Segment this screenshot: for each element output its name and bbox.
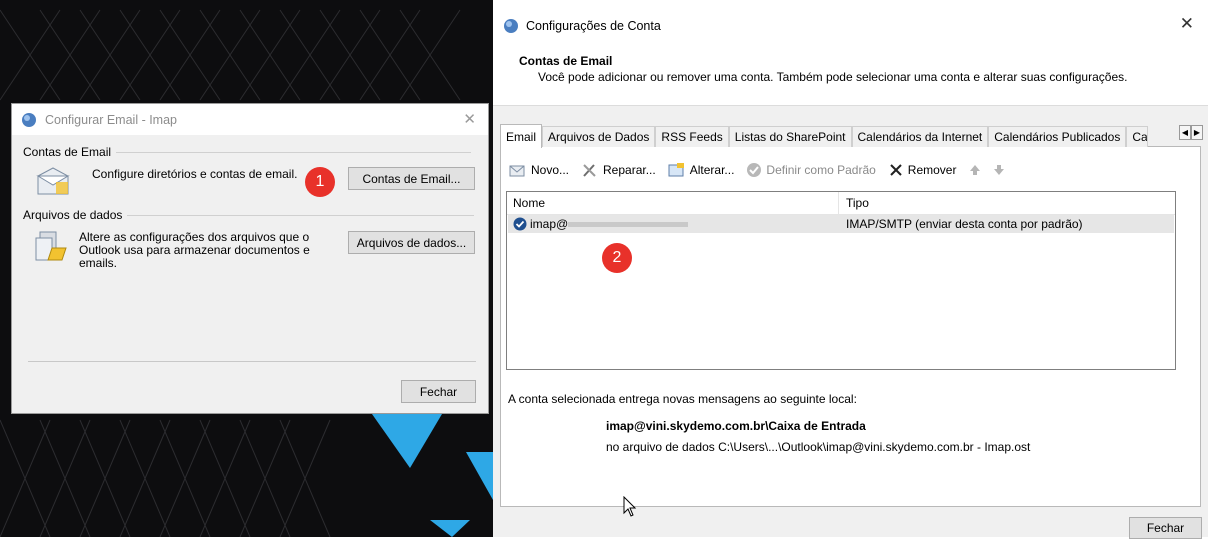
- account-settings-globe-icon: [504, 19, 518, 33]
- group-email-accounts: Contas de Email: [23, 145, 472, 159]
- account-settings-window: Configurações de Conta ✕ Contas de Email…: [493, 0, 1208, 539]
- tab-data-files[interactable]: Arquivos de Dados: [542, 126, 656, 147]
- column-header-type[interactable]: Tipo: [846, 196, 869, 210]
- blue-triangle-decoration: [430, 520, 470, 537]
- set-default-label: Definir como Padrão: [766, 163, 876, 177]
- arrow-down-icon: [994, 165, 1005, 175]
- step-badge-2: 2: [602, 243, 632, 273]
- tab-internet-calendars[interactable]: Calendários da Internet: [851, 126, 989, 147]
- column-separator: [838, 192, 839, 214]
- tab-strip: Email Arquivos de Dados RSS Feeds Listas…: [500, 124, 1149, 148]
- remove-button[interactable]: Remover: [888, 162, 957, 178]
- tab-scroll-left-icon[interactable]: ◀: [1179, 125, 1191, 140]
- account-name: imap@: [530, 217, 569, 231]
- delivery-location: imap@vini.skydemo.com.br\Caixa de Entrad…: [606, 419, 866, 433]
- close-icon[interactable]: ✕: [463, 110, 476, 128]
- dialog-titlebar: Configurar Email - Imap ✕: [12, 104, 488, 135]
- accounts-description: Configure diretórios e contas de email.: [92, 167, 298, 181]
- section-title: Contas de Email: [519, 54, 613, 68]
- data-files-icon: [35, 231, 67, 261]
- group-data-files: Arquivos de dados: [23, 208, 475, 222]
- tab-email[interactable]: Email: [500, 124, 543, 148]
- email-accounts-button[interactable]: Contas de Email...: [348, 167, 475, 190]
- delivery-label: A conta selecionada entrega novas mensag…: [508, 392, 857, 406]
- change-account-icon: [668, 163, 684, 177]
- close-icon[interactable]: ✕: [1180, 14, 1194, 34]
- default-account-check-icon: [513, 217, 527, 231]
- blue-triangle-decoration: [466, 452, 493, 500]
- checkmark-circle-icon: [747, 163, 762, 177]
- tab-sharepoint-lists[interactable]: Listas do SharePoint: [728, 126, 852, 147]
- divider: [28, 361, 476, 362]
- close-button[interactable]: Fechar: [1129, 517, 1202, 539]
- tab-rss-feeds[interactable]: RSS Feeds: [655, 126, 729, 147]
- move-down-button[interactable]: [992, 163, 1010, 177]
- new-mail-icon: [509, 165, 525, 177]
- envelope-icon: [36, 167, 70, 195]
- group-label: Arquivos de dados: [23, 208, 123, 222]
- section-subtitle: Você pode adicionar ou remover uma conta…: [538, 70, 1128, 84]
- close-button[interactable]: Fechar: [401, 380, 476, 403]
- new-account-button[interactable]: Novo...: [509, 162, 569, 178]
- mail-settings-globe-icon: [22, 112, 36, 127]
- delivery-data-file: no arquivo de dados C:\Users\...\Outlook…: [606, 440, 1031, 454]
- window-titlebar: Configurações de Conta ✕: [493, 0, 1208, 46]
- divider: [116, 151, 472, 153]
- tab-scroll-right-icon[interactable]: ▶: [1191, 125, 1203, 140]
- account-toolbar: Novo... Reparar... Alterar... Definir co…: [509, 160, 1022, 180]
- window-title: Configurações de Conta: [526, 19, 661, 33]
- new-label: Novo...: [531, 163, 570, 177]
- configure-email-dialog: Configurar Email - Imap ✕ Contas de Emai…: [11, 103, 489, 414]
- table-row[interactable]: imap@ IMAP/SMTP (enviar desta conta por …: [508, 215, 1174, 233]
- list-header: Nome Tipo: [507, 192, 1175, 215]
- move-up-button[interactable]: [968, 163, 986, 177]
- column-header-name[interactable]: Nome: [513, 196, 545, 210]
- repair-label: Reparar...: [603, 163, 656, 177]
- set-default-button[interactable]: Definir como Padrão: [746, 162, 876, 178]
- arrow-up-icon: [970, 165, 981, 175]
- mouse-cursor-icon: [623, 496, 637, 517]
- wrench-icon: [583, 164, 596, 177]
- remove-label: Remover: [907, 163, 957, 177]
- accounts-list: Nome Tipo imap@ IMAP/SMTP (enviar desta …: [506, 191, 1176, 370]
- blue-triangle-decoration: [372, 414, 442, 468]
- change-label: Alterar...: [689, 163, 735, 177]
- datafiles-description-line3: emails.: [79, 256, 118, 270]
- step-badge-1: 1: [305, 167, 335, 197]
- tab-published-calendars[interactable]: Calendários Publicados: [988, 126, 1127, 147]
- data-files-button[interactable]: Arquivos de dados...: [348, 231, 475, 254]
- divider: [127, 214, 475, 216]
- remove-x-icon: [890, 164, 902, 176]
- repair-button[interactable]: Reparar...: [581, 162, 656, 178]
- account-type: IMAP/SMTP (enviar desta conta por padrão…: [846, 217, 1083, 231]
- change-button[interactable]: Alterar...: [668, 162, 735, 178]
- dialog-title: Configurar Email - Imap: [45, 112, 177, 127]
- redacted-text: [568, 222, 688, 227]
- tab-truncated[interactable]: Ca: [1126, 126, 1149, 147]
- group-label: Contas de Email: [23, 145, 112, 159]
